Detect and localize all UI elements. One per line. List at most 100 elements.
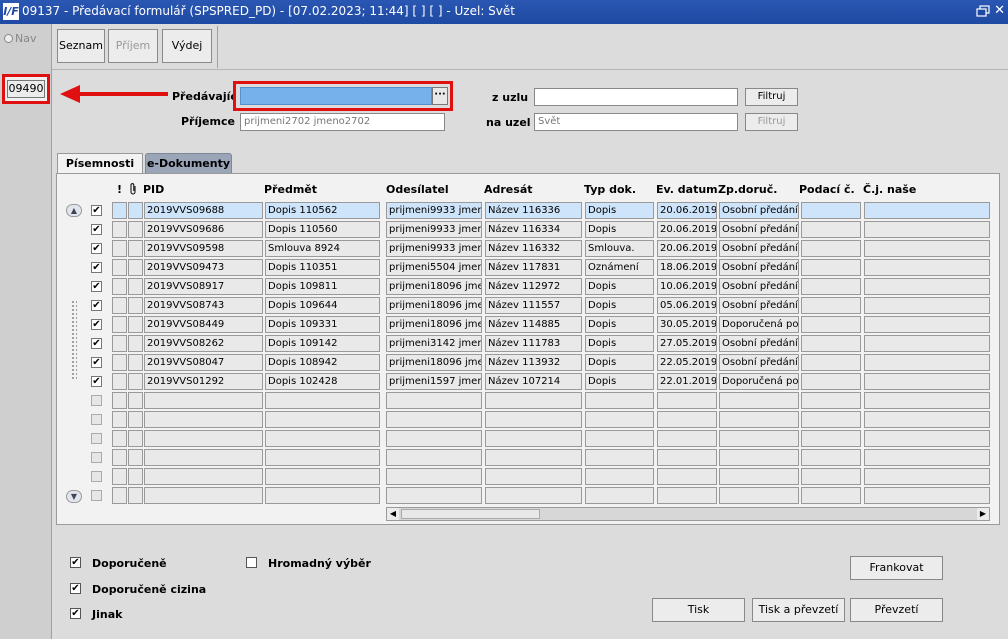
row-flag-cell[interactable] (112, 392, 127, 409)
table-cell[interactable]: 2019VVS09688 (144, 202, 263, 219)
table-cell[interactable] (801, 240, 861, 257)
row-checkbox[interactable] (91, 395, 102, 406)
col-header-flag[interactable]: ! (117, 183, 122, 196)
table-cell[interactable]: Dopis (585, 316, 654, 333)
table-cell[interactable] (657, 487, 717, 504)
row-flag-cell[interactable] (112, 335, 127, 352)
table-cell[interactable] (386, 411, 482, 428)
row-flag-cell[interactable] (112, 278, 127, 295)
row-checkbox[interactable]: ✔ (91, 376, 102, 387)
table-cell[interactable] (801, 297, 861, 314)
table-cell[interactable]: 2019VVS09598 (144, 240, 263, 257)
seznam-button[interactable]: Seznam (57, 29, 105, 63)
table-cell[interactable]: Dopis 110560 (265, 221, 380, 238)
table-cell[interactable] (485, 411, 582, 428)
table-cell[interactable]: prijmeni1597 jmeno1 (386, 373, 482, 390)
table-cell[interactable]: Osobní předání (719, 202, 799, 219)
table-cell[interactable]: Osobní předání (719, 221, 799, 238)
row-flag-cell[interactable] (112, 487, 127, 504)
table-cell[interactable] (657, 411, 717, 428)
tisk-button[interactable]: Tisk (652, 598, 745, 622)
row-checkbox[interactable]: ✔ (91, 243, 102, 254)
table-cell[interactable]: Název 116334 (485, 221, 582, 238)
table-cell[interactable] (386, 392, 482, 409)
row-attachment-cell[interactable] (128, 392, 143, 409)
table-cell[interactable] (864, 449, 990, 466)
table-cell[interactable] (801, 335, 861, 352)
row-checkbox[interactable]: ✔ (91, 281, 102, 292)
table-cell[interactable] (144, 487, 263, 504)
table-cell[interactable] (657, 430, 717, 447)
scroll-left-icon[interactable]: ◀ (387, 508, 399, 520)
vydej-button[interactable]: Výdej (162, 29, 212, 63)
row-checkbox[interactable] (91, 471, 102, 482)
prijemce-field[interactable]: prijmeni2702 jmeno2702 (240, 113, 445, 131)
table-cell[interactable]: 2019VVS08917 (144, 278, 263, 295)
table-cell[interactable] (657, 468, 717, 485)
table-cell[interactable]: 2019VVS09473 (144, 259, 263, 276)
table-cell[interactable]: Název 113932 (485, 354, 582, 371)
table-cell[interactable]: Dopis 109142 (265, 335, 380, 352)
table-cell[interactable]: Dopis (585, 221, 654, 238)
table-cell[interactable] (265, 430, 380, 447)
table-cell[interactable] (801, 373, 861, 390)
row-attachment-cell[interactable] (128, 240, 143, 257)
row-flag-cell[interactable] (112, 468, 127, 485)
table-cell[interactable] (864, 468, 990, 485)
table-cell[interactable] (864, 430, 990, 447)
row-flag-cell[interactable] (112, 221, 127, 238)
table-cell[interactable]: 2019VVS09686 (144, 221, 263, 238)
table-cell[interactable]: Název 107214 (485, 373, 582, 390)
table-cell[interactable]: 2019VVS08449 (144, 316, 263, 333)
filtruj-button-2[interactable]: Filtruj (745, 113, 798, 131)
table-cell[interactable]: 20.06.2019 (657, 202, 717, 219)
table-cell[interactable] (585, 487, 654, 504)
table-cell[interactable] (864, 297, 990, 314)
col-header-cj-nase[interactable]: Č.j. naše (863, 183, 916, 196)
table-cell[interactable]: Název 111557 (485, 297, 582, 314)
row-checkbox[interactable]: ✔ (91, 357, 102, 368)
table-cell[interactable] (386, 430, 482, 447)
hromadny-vyber-checkbox[interactable] (246, 557, 257, 568)
tab-e-dokumenty[interactable]: e-Dokumenty (145, 153, 232, 174)
row-attachment-cell[interactable] (128, 278, 143, 295)
table-cell[interactable] (585, 411, 654, 428)
table-cell[interactable]: 2019VVS08262 (144, 335, 263, 352)
table-cell[interactable]: Dopis (585, 335, 654, 352)
table-cell[interactable] (864, 316, 990, 333)
table-cell[interactable]: Dopis (585, 278, 654, 295)
row-checkbox[interactable]: ✔ (91, 224, 102, 235)
table-cell[interactable]: Doporučená pos (719, 316, 799, 333)
scroll-down-icon[interactable]: ▼ (66, 490, 82, 503)
table-cell[interactable]: 22.01.2019 (657, 373, 717, 390)
row-checkbox[interactable]: ✔ (91, 300, 102, 311)
row-flag-cell[interactable] (112, 259, 127, 276)
table-cell[interactable] (719, 449, 799, 466)
table-cell[interactable] (719, 487, 799, 504)
table-cell[interactable]: 20.06.2019 (657, 240, 717, 257)
nav-radio[interactable]: Nav (4, 32, 36, 45)
table-cell[interactable] (801, 221, 861, 238)
table-cell[interactable] (864, 202, 990, 219)
frankovat-button[interactable]: Frankovat (850, 556, 943, 580)
table-cell[interactable] (585, 449, 654, 466)
table-cell[interactable]: Dopis 110351 (265, 259, 380, 276)
table-cell[interactable]: 27.05.2019 (657, 335, 717, 352)
row-attachment-cell[interactable] (128, 487, 143, 504)
table-cell[interactable] (801, 411, 861, 428)
row-flag-cell[interactable] (112, 240, 127, 257)
row-attachment-cell[interactable] (128, 468, 143, 485)
table-cell[interactable] (144, 430, 263, 447)
table-cell[interactable] (801, 316, 861, 333)
col-header-ev-datum[interactable]: Ev. datum (656, 183, 718, 196)
row-attachment-cell[interactable] (128, 373, 143, 390)
col-header-adresat[interactable]: Adresát (484, 183, 533, 196)
table-cell[interactable] (144, 468, 263, 485)
row-attachment-cell[interactable] (128, 202, 143, 219)
table-cell[interactable]: 2019VVS01292 (144, 373, 263, 390)
table-cell[interactable]: Osobní předání (719, 354, 799, 371)
row-flag-cell[interactable] (112, 449, 127, 466)
table-cell[interactable]: Dopis 109331 (265, 316, 380, 333)
table-cell[interactable]: Smlouva 8924 (265, 240, 380, 257)
table-cell[interactable] (801, 392, 861, 409)
